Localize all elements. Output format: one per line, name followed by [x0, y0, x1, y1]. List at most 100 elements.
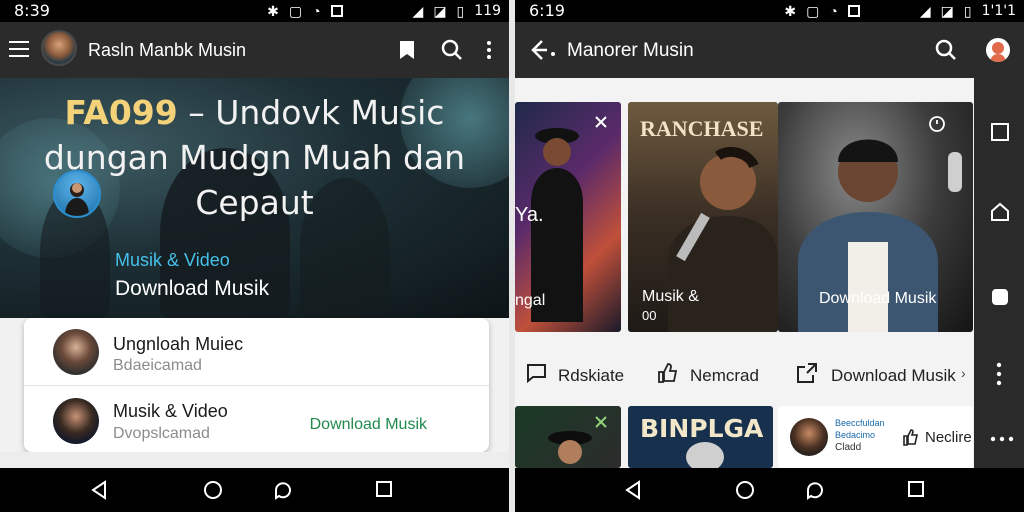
- battery-level: 119: [474, 3, 501, 19]
- list-item-title: Musik & Video: [113, 401, 228, 421]
- notification-icon: [847, 5, 860, 17]
- right-phone-screen: 6:19 ✱ ▢ ◔ ◢ ◪ ▯ 1'1'1 Manorer Musin Ya.…: [515, 0, 1024, 512]
- mini-card-avatar: [790, 418, 828, 456]
- menu-icon[interactable]: [9, 41, 29, 57]
- status-icons: ✱ ▢ ◔ ◢ ◪ ▯ 1'1'1: [784, 0, 1016, 22]
- signal-icon-2: ◪: [433, 2, 447, 19]
- profile-avatar[interactable]: [986, 38, 1010, 62]
- music-tile[interactable]: Ya. ngal: [515, 102, 621, 332]
- side-panel: [974, 78, 1024, 468]
- music-tile[interactable]: BINPLGA: [628, 406, 773, 468]
- status-icons: ✱ ▢ ◔ ◢ ◪ ▯ 119: [267, 0, 501, 22]
- mini-card-line-1: Beeccfuldan: [835, 418, 885, 428]
- hero-title-line-2: dungan Mudgn Muah dan: [43, 138, 466, 177]
- navigation-bar: [0, 468, 509, 512]
- music-mini-card[interactable]: Beeccfuldan Bedacimo Cladd Neclire: [778, 406, 973, 468]
- music-tile[interactable]: [515, 406, 621, 468]
- search-icon[interactable]: [935, 39, 957, 61]
- left-phone-screen: 8:39 ✱ ▢ ◔ ◢ ◪ ▯ 119 Rasln Manbk Musin F…: [0, 0, 509, 512]
- action-label: Rdskiate: [558, 366, 625, 385]
- list-item-subtitle: Bdaeicamad: [113, 357, 202, 374]
- notification-icon: [330, 5, 343, 17]
- recents-icon[interactable]: [907, 480, 925, 498]
- more-icon[interactable]: [486, 40, 492, 60]
- tile-label-bottom: ngal: [515, 292, 546, 309]
- wifi-icon: ◔: [312, 3, 321, 19]
- sim-icon: ▯: [456, 2, 465, 19]
- home-icon[interactable]: [735, 480, 755, 500]
- more-vertical-icon[interactable]: [996, 362, 1002, 386]
- hero-title-line-1: – Undovk Music: [177, 93, 445, 132]
- sim-icon: ▯: [963, 2, 972, 19]
- list-item-title: Ungnloah Muiec: [113, 334, 244, 354]
- signal-icon-2: ◪: [940, 2, 954, 19]
- timer-icon[interactable]: [928, 114, 946, 132]
- vibrate-icon: ▢: [806, 2, 820, 19]
- bluetooth-icon: ✱: [784, 2, 797, 19]
- list-item[interactable]: Musik & Video Dvopslcamad Download Musik: [24, 385, 489, 452]
- music-list-card: Ungnloah Muiec Bdaeicamad Musik & Video …: [24, 318, 489, 452]
- hero-subtitle: Download Musik: [115, 277, 270, 300]
- vibrate-icon: ▢: [288, 2, 303, 19]
- action-label: Download Musik: [831, 366, 956, 385]
- tile-brand: BINPLGA: [640, 414, 764, 443]
- hero-title-line-3: Cepaut: [195, 183, 314, 222]
- assistant-icon[interactable]: [805, 480, 825, 500]
- close-icon[interactable]: [595, 116, 607, 128]
- list-item-thumbnail: [53, 329, 99, 375]
- navigation-bar: [515, 468, 1024, 512]
- content-area: Ya. ngal RANCHASE Musik & 00 Download Mu…: [515, 78, 973, 468]
- stop-icon[interactable]: [990, 287, 1010, 307]
- tile-sublabel: 00: [642, 308, 657, 323]
- music-tile[interactable]: RANCHASE Musik & 00: [628, 102, 778, 332]
- tile-label-top: Ya.: [515, 204, 544, 226]
- search-icon[interactable]: [441, 39, 463, 61]
- music-tile[interactable]: Download Musik: [778, 102, 973, 332]
- chevron-right-icon[interactable]: ›: [961, 365, 966, 381]
- list-item-thumbnail: [53, 398, 99, 444]
- status-bar: 8:39 ✱ ▢ ◔ ◢ ◪ ▯ 119: [0, 0, 509, 22]
- app-bar: Manorer Musin: [515, 22, 1024, 78]
- back-icon[interactable]: [90, 480, 108, 500]
- bookmark-icon[interactable]: [398, 40, 416, 60]
- thumbs-up-icon: [903, 429, 918, 446]
- list-item-subtitle: Dvopslcamad: [113, 425, 210, 442]
- close-icon[interactable]: [595, 416, 607, 428]
- signal-icon: ◢: [412, 2, 424, 19]
- home-icon[interactable]: [990, 202, 1010, 222]
- status-time: 8:39: [14, 1, 50, 20]
- comment-icon: [527, 364, 546, 384]
- tile-label: Download Musik: [819, 290, 937, 307]
- mini-card-line-2: Bedacimo: [835, 430, 876, 440]
- mini-card-line-3: Cladd: [835, 442, 862, 453]
- signal-icon: ◢: [919, 2, 931, 19]
- hero-title-brand: FA099: [64, 93, 178, 132]
- export-icon: [797, 363, 817, 383]
- back-arrow-icon[interactable]: [531, 39, 557, 61]
- app-title: Rasln Manbk Musin: [88, 40, 247, 60]
- home-icon[interactable]: [203, 480, 223, 500]
- download-button[interactable]: Download Musik: [310, 416, 427, 434]
- app-bar: Rasln Manbk Musin: [0, 22, 509, 78]
- music-video-icon[interactable]: [53, 170, 101, 218]
- thumbs-up-icon: [658, 363, 678, 383]
- status-bar: 6:19 ✱ ▢ ◔ ◢ ◪ ▯ 1'1'1: [515, 0, 1024, 22]
- singer-image: [548, 431, 592, 464]
- action-label: Nemcrad: [690, 366, 759, 385]
- content-strip: [0, 452, 509, 468]
- hero-subtitle-label: Musik & Video: [115, 250, 230, 270]
- back-icon[interactable]: [624, 480, 642, 500]
- mini-card-action[interactable]: Neclire: [925, 429, 972, 446]
- bluetooth-icon: ✱: [267, 2, 279, 19]
- avatar[interactable]: [41, 30, 77, 66]
- tile-label: Musik &: [642, 288, 699, 305]
- status-time: 6:19: [529, 1, 565, 20]
- recents-icon[interactable]: [375, 480, 393, 498]
- list-item[interactable]: Ungnloah Muiec Bdaeicamad: [24, 318, 489, 385]
- more-horizontal-icon[interactable]: [990, 436, 1014, 442]
- app-title: Manorer Musin: [567, 40, 694, 61]
- action-row: Rdskiate Nemcrad Download Musik ›: [515, 356, 973, 400]
- assistant-icon[interactable]: [273, 480, 293, 500]
- square-icon[interactable]: [990, 122, 1010, 142]
- battery-level: 1'1'1: [981, 3, 1016, 19]
